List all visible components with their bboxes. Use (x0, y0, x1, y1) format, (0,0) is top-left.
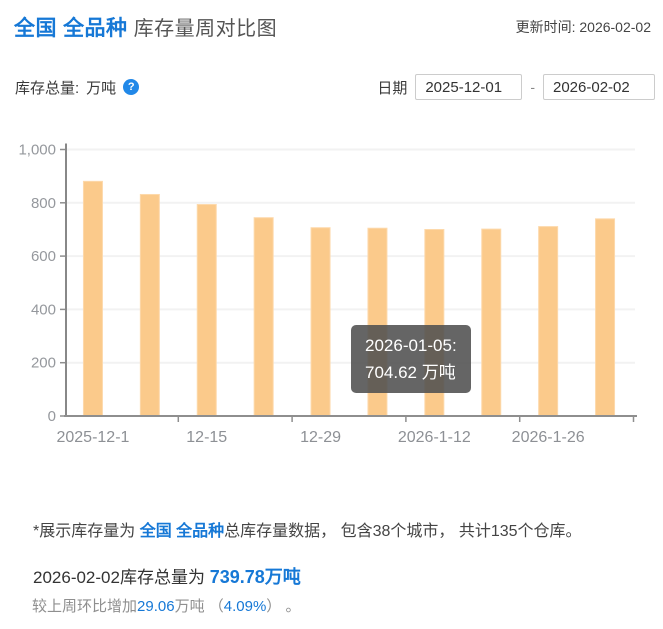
inventory-bar-chart: 0 200 400 600 800 1,000 2025-12-1 12-15 12-29 202… (0, 130, 663, 475)
change-percent: 4.09% (223, 598, 267, 615)
update-time-value: 2026-02-02 (579, 19, 651, 35)
y-tick-label: 600 (31, 248, 56, 265)
change-paren-open: （ (204, 598, 224, 615)
x-tick-label: 12-29 (300, 429, 341, 446)
summary-date-text: 2026-02-02库存总量为 (33, 568, 210, 587)
bar[interactable] (196, 204, 217, 417)
title-region[interactable]: 全国 (14, 17, 57, 40)
tooltip-value: 704.62 万吨 (365, 363, 456, 383)
bar[interactable] (82, 180, 103, 417)
y-tick-label: 200 (31, 355, 56, 372)
change-line: 较上周环比增加29.06万吨 （4.09%） 。 (32, 595, 300, 616)
date-start-input[interactable] (415, 74, 523, 100)
date-separator: - (530, 79, 535, 95)
title-variety[interactable]: 全品种 (63, 17, 128, 40)
controls-row: 库存总量: 万吨 ? 日期 - (15, 72, 655, 102)
bar[interactable] (481, 228, 502, 417)
metric-label-group: 库存总量: 万吨 ? (15, 77, 140, 98)
summary-line: 2026-02-02库存总量为 739.78万吨 (33, 563, 301, 589)
chart-tooltip: 2026-01-05: 704.62 万吨 (351, 325, 471, 394)
x-tick-label: 2025-12-1 (56, 429, 129, 446)
change-prefix: 较上周环比增加 (32, 598, 138, 615)
x-tick-label: 2026-1-12 (398, 429, 471, 446)
x-tick-label: 2026-1-26 (512, 429, 585, 446)
chart-canvas: 0 200 400 600 800 1,000 2025-12-1 12-15 12-29 202… (18, 142, 637, 446)
update-time: 更新时间: 2026-02-02 (516, 17, 651, 37)
header: 全国 全品种 库存量周对比图 更新时间: 2026-02-02 (14, 12, 651, 42)
footnote-suffix: 总库存量数据， 包含38个城市， 共计135个仓库。 (224, 523, 582, 540)
x-tick-label: 12-15 (186, 429, 227, 446)
date-end-input[interactable] (543, 74, 655, 100)
footnote-highlight: 全国 全品种 (139, 523, 225, 540)
y-tick-label: 1,000 (18, 142, 56, 159)
inventory-widget: 全国 全品种 库存量周对比图 更新时间: 2026-02-02 库存总量: 万吨… (0, 0, 663, 629)
date-range-picker: 日期 - (377, 74, 655, 100)
footnote-prefix: *展示库存量为 (33, 523, 140, 540)
change-paren-close: ） (266, 598, 282, 615)
y-tick-label: 800 (31, 195, 56, 212)
footnote: *展示库存量为 全国 全品种总库存量数据， 包含38个城市， 共计135个仓库。 (33, 517, 657, 541)
date-label: 日期 (377, 79, 408, 97)
summary-value: 739.78万吨 (209, 567, 301, 587)
title-text: 库存量周对比图 (133, 18, 278, 40)
page-title: 全国 全品种 库存量周对比图 (14, 12, 277, 42)
bar[interactable] (595, 218, 616, 417)
update-time-label: 更新时间: (515, 19, 576, 35)
change-value: 29.06 (137, 598, 175, 615)
change-unit: 万吨 (174, 598, 205, 615)
bar[interactable] (253, 217, 274, 417)
bar[interactable] (310, 227, 331, 417)
bar[interactable] (139, 193, 160, 417)
metric-unit: 万吨 (86, 79, 117, 97)
metric-label: 库存总量: (15, 79, 80, 97)
tooltip-date: 2026-01-05: (365, 336, 457, 355)
y-tick-label: 400 (31, 301, 56, 318)
y-tick-label: 0 (48, 408, 56, 425)
bar[interactable] (538, 226, 559, 417)
change-period: 。 (281, 598, 301, 615)
help-icon[interactable]: ? (123, 79, 140, 95)
